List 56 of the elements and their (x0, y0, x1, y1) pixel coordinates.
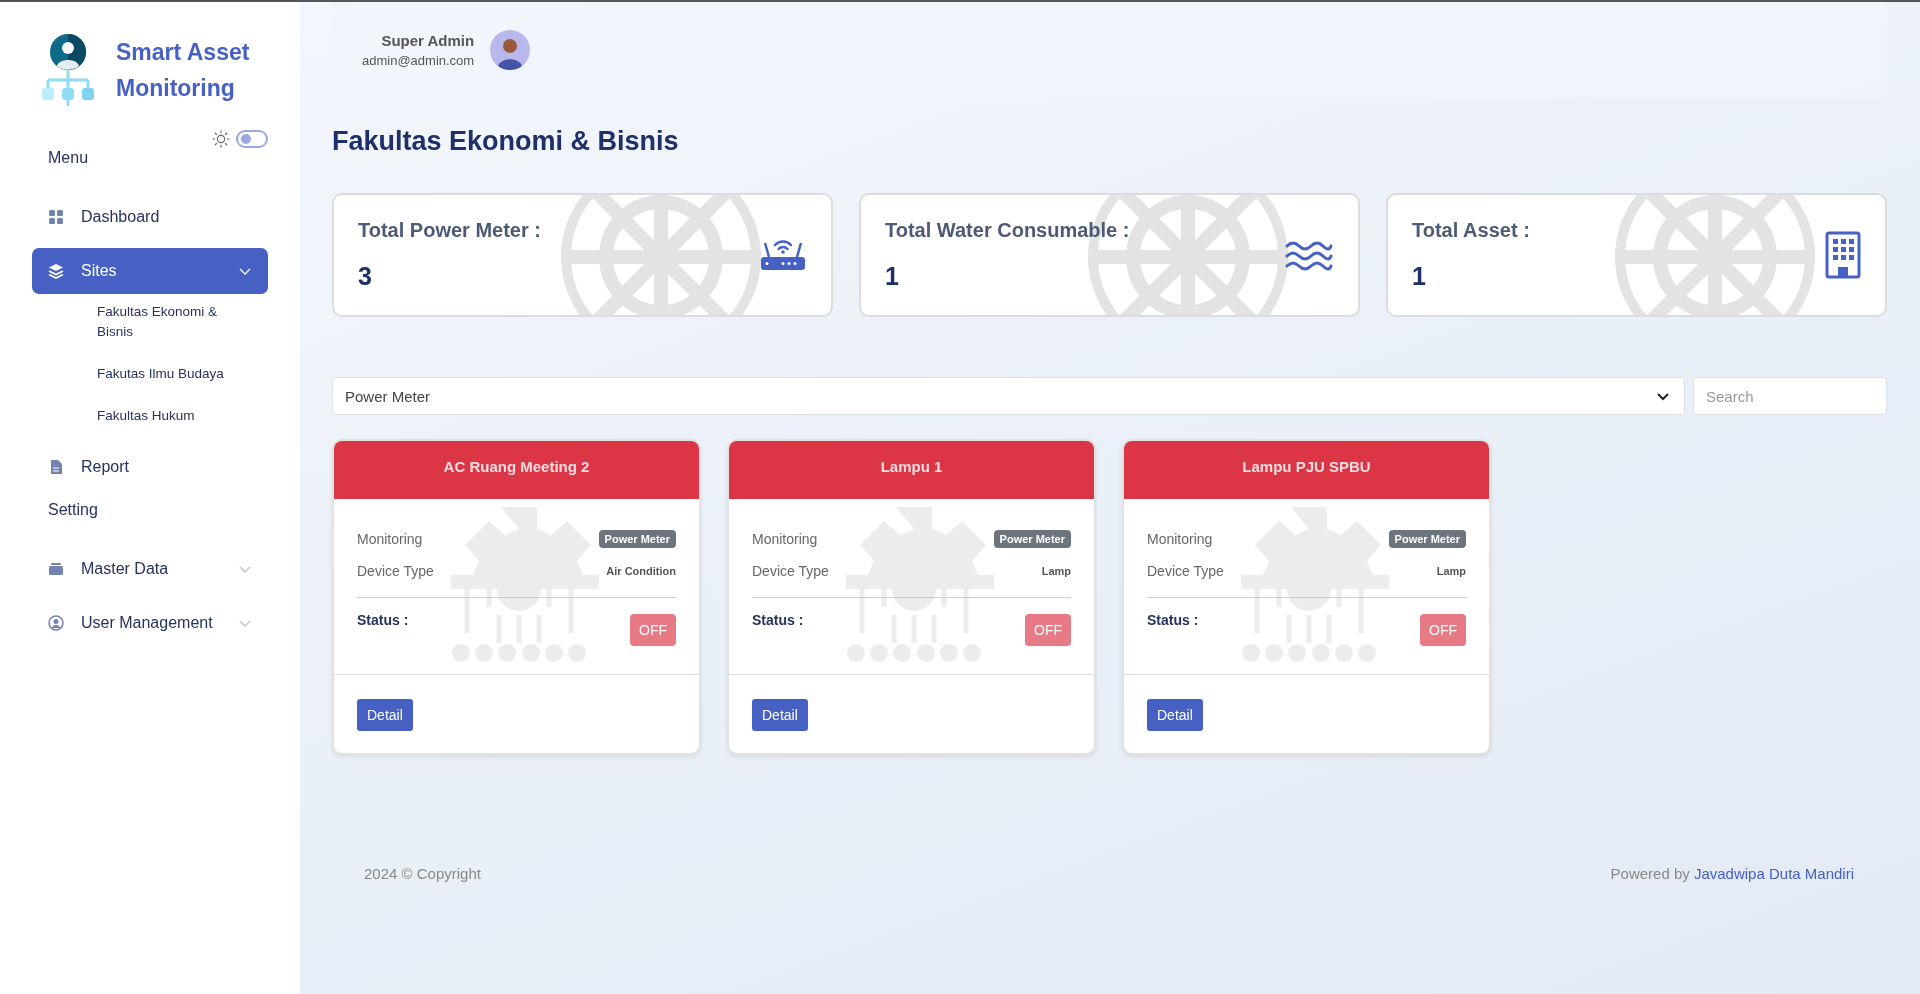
stat-value: 1 (1412, 262, 1427, 291)
device-type: Air Condition (606, 565, 676, 577)
user-email: admin@admin.com (362, 53, 475, 68)
avatar-icon[interactable] (490, 30, 531, 70)
submenu-item[interactable]: Fakutas Ilmu Budaya (97, 364, 247, 384)
status-label: Status : (357, 612, 409, 628)
section-heading: Menu (47, 148, 90, 168)
field-label: Device Type (1147, 563, 1224, 579)
card-header: Lampu PJU SPBU (1124, 441, 1489, 499)
detail-button[interactable]: Detail (752, 699, 808, 731)
copyright-text: 2024 © Copyright (364, 865, 481, 882)
detail-button[interactable]: Detail (1147, 699, 1203, 731)
stat-label: Total Asset : (1412, 219, 1531, 242)
grid-icon (48, 209, 64, 225)
field-label: Monitoring (1147, 531, 1213, 547)
field-label: Device Type (752, 563, 829, 579)
status-label: Status : (752, 612, 804, 628)
document-icon (48, 459, 64, 475)
theme-toggle[interactable] (236, 130, 268, 148)
company-link[interactable]: Javadwipa Duta Mandiri (1693, 865, 1854, 882)
building-icon (1825, 231, 1861, 279)
search-field[interactable]: Search (1693, 377, 1887, 415)
stat-value: 3 (358, 262, 373, 291)
field-label: Monitoring (752, 531, 818, 547)
nav-item[interactable]: Sites (32, 248, 268, 294)
monitoring-badge: Power Meter (598, 530, 676, 548)
submenu-item[interactable]: Fakultas Hukum (97, 406, 247, 426)
stat-label: Total Water Consumable : (885, 219, 1131, 242)
submenu-item[interactable]: Fakultas Ekonomi & Bisnis (97, 302, 247, 342)
briefcase-icon (48, 561, 64, 577)
logo-icon (40, 34, 96, 106)
user-circle-icon (48, 615, 64, 631)
user-name: Super Admin (381, 32, 475, 49)
page-title: Fakultas Ekonomi & Bisnis (332, 126, 680, 157)
monitoring-select[interactable]: Power Meter (332, 377, 1685, 415)
status-label: Status : (1147, 612, 1199, 628)
section-heading: Setting (47, 500, 99, 520)
nav-item[interactable]: Master Data (32, 546, 268, 592)
powered-by-text: Powered by (1610, 865, 1690, 882)
stat-value: 1 (885, 262, 900, 291)
brand-name: Smart Asset Monitoring (116, 38, 251, 103)
card-header: Lampu 1 (729, 441, 1094, 499)
card-header: AC Ruang Meeting 2 (334, 441, 699, 499)
device-type: Lamp (1041, 565, 1071, 577)
nav-item[interactable]: User Management (32, 600, 268, 646)
stat-label: Total Power Meter : (358, 219, 542, 242)
sun-icon (212, 130, 230, 148)
nav-item[interactable]: Report (32, 444, 268, 490)
monitoring-badge: Power Meter (993, 530, 1071, 548)
monitoring-badge: Power Meter (1388, 530, 1466, 548)
field-label: Monitoring (357, 531, 423, 547)
layers-icon (48, 263, 64, 279)
nav-item[interactable]: Dashboard (32, 194, 268, 240)
detail-button[interactable]: Detail (357, 699, 413, 731)
device-type: Lamp (1436, 565, 1466, 577)
field-label: Device Type (357, 563, 434, 579)
